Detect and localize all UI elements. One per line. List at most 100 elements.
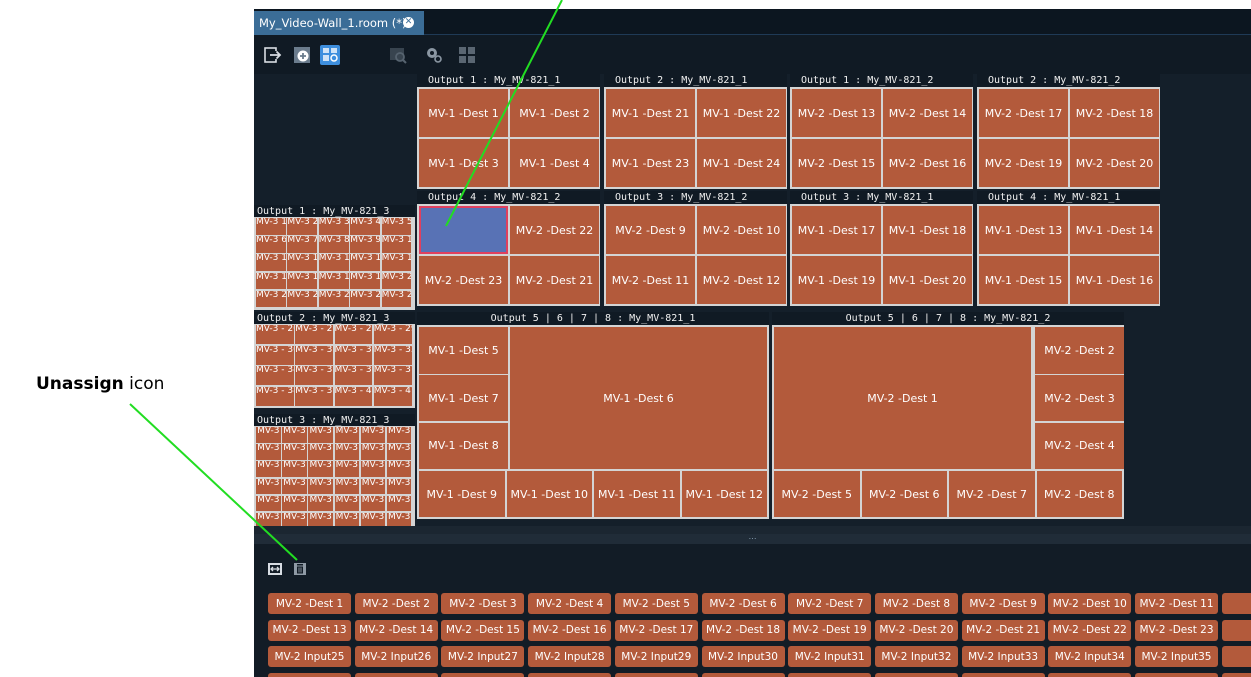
source-chip[interactable]: MV-2 -Dest 4	[528, 593, 612, 614]
dest-tile[interactable]: MV-1 -Dest 1	[419, 89, 508, 137]
source-chip[interactable]: MV-2 -Dest 7	[788, 593, 872, 614]
mini-dest-tile[interactable]: MV-3	[360, 478, 386, 495]
dest-tile[interactable]: MV-1 -Dest 4	[510, 139, 599, 187]
source-chip[interactable]	[441, 672, 525, 677]
source-chip[interactable]: MV-2 Input29	[614, 646, 698, 667]
empty-selected-tile[interactable]	[419, 206, 508, 254]
source-chip[interactable]: MV-2 -Dest 8	[874, 593, 958, 614]
mini-dest-tile[interactable]: MV-3	[360, 427, 386, 443]
mini-dest-tile[interactable]: MV-3	[334, 427, 360, 443]
mini-dest-tile[interactable]: MV-3	[308, 427, 333, 443]
mini-dest-tile[interactable]: MV-3 20	[381, 272, 412, 290]
mini-dest-tile[interactable]: MV-3	[386, 427, 412, 443]
mini-dest-tile[interactable]: MV-3 - 29	[373, 325, 412, 344]
mini-dest-tile[interactable]: MV-3 - 30	[256, 345, 294, 365]
source-chip[interactable]: MV-2 -Dest 2	[354, 593, 438, 614]
mini-dest-tile[interactable]: MV-3 14	[350, 254, 381, 272]
source-chip[interactable]: MV-2 -Dest 23	[1135, 619, 1218, 641]
mini-dest-tile[interactable]: MV-3 25	[381, 290, 412, 308]
source-chip[interactable]: MV-2 Input35	[1135, 646, 1218, 667]
link-mode-icon[interactable]	[320, 45, 340, 65]
mini-dest-tile[interactable]: MV-3 1	[256, 218, 286, 235]
source-chip[interactable]: MV-2 Input31	[788, 646, 872, 667]
source-chip[interactable]: MV-2 -Dest 15	[441, 619, 525, 641]
source-chip[interactable]: MV-2 -Dest 5	[614, 593, 698, 614]
dest-tile[interactable]: MV-1 -Dest 23	[606, 139, 695, 187]
dest-tile[interactable]: MV-2 -Dest 8	[1036, 471, 1122, 517]
mini-dest-tile[interactable]: MV-3 - 35	[295, 366, 333, 385]
mini-dest-tile[interactable]: MV-3 10	[381, 236, 412, 253]
mini-dest-tile[interactable]: MV-3	[360, 444, 386, 460]
mini-dest-tile[interactable]: MV-3 22	[287, 290, 318, 308]
mini-dest-tile[interactable]: MV-3 24	[350, 290, 381, 308]
mini-dest-tile[interactable]: MV-3 - 39	[295, 386, 333, 406]
mini-dest-tile[interactable]: MV-3	[308, 495, 333, 512]
source-chip[interactable]: MV-2 -Dest 17	[614, 619, 698, 641]
dest-tile[interactable]: MV-2 -Dest 15	[792, 139, 881, 187]
mini-dest-tile[interactable]: MV-3	[360, 461, 386, 477]
mini-dest-tile[interactable]: MV-3	[308, 461, 333, 477]
source-chip[interactable]: MV-2 -Dest 9	[961, 593, 1045, 614]
mini-dest-tile[interactable]: MV-3 21	[256, 290, 286, 308]
mini-dest-tile[interactable]: MV-3 8	[318, 236, 349, 253]
source-chip[interactable]	[354, 672, 438, 677]
dest-tile[interactable]: MV-2 -Dest 13	[792, 89, 881, 137]
source-chip[interactable]: MV-	[1221, 646, 1251, 667]
mini-dest-tile[interactable]: MV-3	[282, 461, 307, 477]
mini-dest-tile[interactable]: MV-3 - 26	[256, 325, 294, 344]
mini-dest-tile[interactable]: MV-3	[386, 444, 412, 460]
source-chip[interactable]: MV-2 -Dest 6	[701, 593, 785, 614]
add-icon[interactable]	[292, 45, 312, 65]
dest-tile[interactable]: MV-1 -Dest 22	[697, 89, 786, 137]
dest-tile-main[interactable]: MV-2 -Dest 1	[774, 327, 1031, 469]
mini-dest-tile[interactable]: MV-3 - 38	[256, 386, 294, 406]
source-chip[interactable]: MV-2 Input30	[701, 646, 785, 667]
mini-dest-tile[interactable]: MV-3 - 27	[295, 325, 333, 344]
mini-dest-tile[interactable]: MV-3	[308, 478, 333, 495]
dest-tile[interactable]: MV-2 -Dest 12	[697, 256, 786, 304]
dest-tile[interactable]: MV-1 -Dest 10	[506, 471, 592, 517]
mini-dest-tile[interactable]: MV-3 - 28	[334, 325, 373, 344]
dest-tile[interactable]: MV-1 -Dest 8	[419, 422, 508, 470]
mini-dest-tile[interactable]: MV-3 - 32	[334, 345, 373, 365]
dest-tile[interactable]: MV-1 -Dest 21	[606, 89, 695, 137]
mini-dest-tile[interactable]: MV-3 6	[256, 236, 286, 253]
dest-tile[interactable]: MV-1 -Dest 13	[979, 206, 1068, 254]
mini-dest-tile[interactable]: MV-3 - 33	[373, 345, 412, 365]
source-chip[interactable]: MV-2 Input26	[354, 646, 438, 667]
dest-tile[interactable]: MV-2 -Dest 2	[1035, 327, 1124, 374]
mini-dest-tile[interactable]: MV-3 23	[318, 290, 349, 308]
mini-dest-tile[interactable]: MV-3	[386, 461, 412, 477]
source-chip[interactable]: MV-2 -Dest 21	[961, 619, 1045, 641]
close-icon[interactable]: ✕	[403, 17, 414, 28]
dest-tile[interactable]: MV-2 -Dest 7	[949, 471, 1035, 517]
mini-dest-tile[interactable]: MV-3 - 34	[256, 366, 294, 385]
dest-tile[interactable]: MV-1 -Dest 2	[510, 89, 599, 137]
source-chip[interactable]: MV-2 -Dest 10	[1048, 593, 1132, 614]
mini-dest-tile[interactable]: MV-3 - 41	[373, 386, 412, 406]
dest-tile[interactable]: MV-2 -Dest 19	[979, 139, 1068, 187]
mini-dest-tile[interactable]: MV-3	[308, 444, 333, 460]
dest-tile[interactable]: MV-2 -Dest 6	[861, 471, 947, 517]
mini-dest-tile[interactable]: MV-3 4	[350, 218, 381, 235]
source-chip[interactable]: MV-2 Input33	[961, 646, 1045, 667]
tab-video-wall-room[interactable]: My_Video-Wall_1.room (*) ✕	[254, 11, 424, 35]
source-chip[interactable]: MV-2 -Dest 16	[528, 619, 612, 641]
unassign-icon[interactable]	[292, 561, 308, 577]
mini-dest-tile[interactable]: MV-3	[256, 478, 281, 495]
source-chip[interactable]	[1221, 672, 1251, 677]
dest-tile[interactable]: MV-1 -Dest 24	[697, 139, 786, 187]
source-chip[interactable]: MV-2 -Dest 14	[354, 619, 438, 641]
mini-dest-tile[interactable]: MV-3	[282, 495, 307, 512]
dest-tile[interactable]: MV-1 -Dest 16	[1070, 256, 1159, 304]
mini-dest-tile[interactable]: MV-3	[386, 495, 412, 512]
mini-dest-tile[interactable]: MV-3 11	[256, 254, 286, 272]
mini-dest-tile[interactable]: MV-3 16	[256, 272, 286, 290]
dest-tile[interactable]: MV-1 -Dest 9	[419, 471, 505, 517]
dest-tile[interactable]: MV-2 -Dest 16	[883, 139, 972, 187]
mini-dest-tile[interactable]: MV-3	[282, 427, 307, 443]
exit-icon[interactable]	[263, 45, 283, 65]
dest-tile[interactable]: MV-1 -Dest 17	[792, 206, 881, 254]
mini-dest-tile[interactable]: MV-3	[256, 461, 281, 477]
dest-tile[interactable]: MV-2 -Dest 9	[606, 206, 695, 254]
